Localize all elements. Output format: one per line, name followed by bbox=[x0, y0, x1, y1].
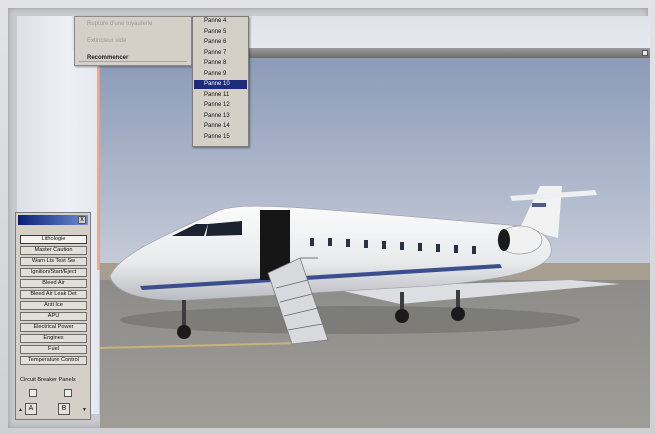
system-button-warn-lts-test[interactable]: Warn Lts Test Sw bbox=[20, 257, 87, 266]
system-button-apu[interactable]: APU bbox=[20, 312, 87, 321]
system-button-ignition[interactable]: Ignition/Start/Eject bbox=[20, 268, 87, 277]
menu-item-panne-14[interactable]: Panne 14 bbox=[194, 122, 247, 131]
menu-item-panne-13[interactable]: Panne 13 bbox=[194, 112, 247, 121]
panel-b-button[interactable]: B bbox=[58, 403, 70, 415]
context-menu: Rupture d'une tuyauterie Extincteur vide… bbox=[74, 16, 192, 66]
window-control-button[interactable] bbox=[642, 50, 648, 56]
menu-item-panne-7[interactable]: Panne 7 bbox=[194, 49, 247, 58]
system-button-bleed-air[interactable]: Bleed Air bbox=[20, 279, 87, 288]
menu-separator bbox=[79, 61, 187, 62]
menu-item-panne-11[interactable]: Panne 11 bbox=[194, 91, 247, 100]
circuit-breaker-checkbox-a[interactable] bbox=[29, 389, 37, 397]
menu-item-panne-6[interactable]: Panne 6 bbox=[194, 38, 247, 47]
menu-item-restart[interactable]: Recommencer bbox=[87, 55, 128, 61]
step-right-arrow-icon: ▼ bbox=[82, 407, 87, 413]
panel-a-button[interactable]: A bbox=[25, 403, 37, 415]
circuit-breaker-checkbox-b[interactable] bbox=[64, 389, 72, 397]
title-bar bbox=[249, 48, 650, 58]
aircraft-photo-image bbox=[100, 58, 650, 428]
circuit-breaker-label: Circuit Breaker Panels bbox=[20, 377, 76, 383]
menu-item-empty-extinguisher[interactable]: Extincteur vide bbox=[87, 38, 126, 44]
system-button-engines[interactable]: Engines bbox=[20, 334, 87, 343]
menu-item-panne-4[interactable]: Panne 4 bbox=[194, 17, 247, 26]
menu-item-panne-12[interactable]: Panne 12 bbox=[194, 101, 247, 110]
system-button-bleed-air-leak[interactable]: Bleed Air Leak Det bbox=[20, 290, 87, 299]
system-button-electrical-power[interactable]: Electrical Power bbox=[20, 323, 87, 332]
close-icon[interactable]: x bbox=[78, 216, 86, 224]
panne-submenu: Panne 4 Panne 5 Panne 6 Panne 7 Panne 8 … bbox=[192, 16, 249, 147]
system-button-master-caution[interactable]: Master Caution bbox=[20, 246, 87, 255]
system-button-temperature-control[interactable]: Temperature Control bbox=[20, 356, 87, 365]
system-button-anti-ice[interactable]: Anti Ice bbox=[20, 301, 87, 310]
menu-item-panne-15[interactable]: Panne 15 bbox=[194, 133, 247, 142]
step-left-arrow-icon: ▲ bbox=[18, 407, 23, 413]
menu-item-panne-5[interactable]: Panne 5 bbox=[194, 28, 247, 37]
systems-panel: x Lithologie Master Caution Warn Lts Tes… bbox=[15, 212, 91, 420]
menu-item-panne-10[interactable]: Panne 10 bbox=[194, 80, 247, 89]
system-button-lithologie[interactable]: Lithologie bbox=[20, 235, 87, 244]
aircraft-photo bbox=[100, 58, 650, 428]
menu-item-panne-8[interactable]: Panne 8 bbox=[194, 59, 247, 68]
menu-item-pipe-rupture[interactable]: Rupture d'une tuyauterie bbox=[87, 21, 153, 27]
system-button-fuel[interactable]: Fuel bbox=[20, 345, 87, 354]
menu-item-panne-9[interactable]: Panne 9 bbox=[194, 70, 247, 79]
